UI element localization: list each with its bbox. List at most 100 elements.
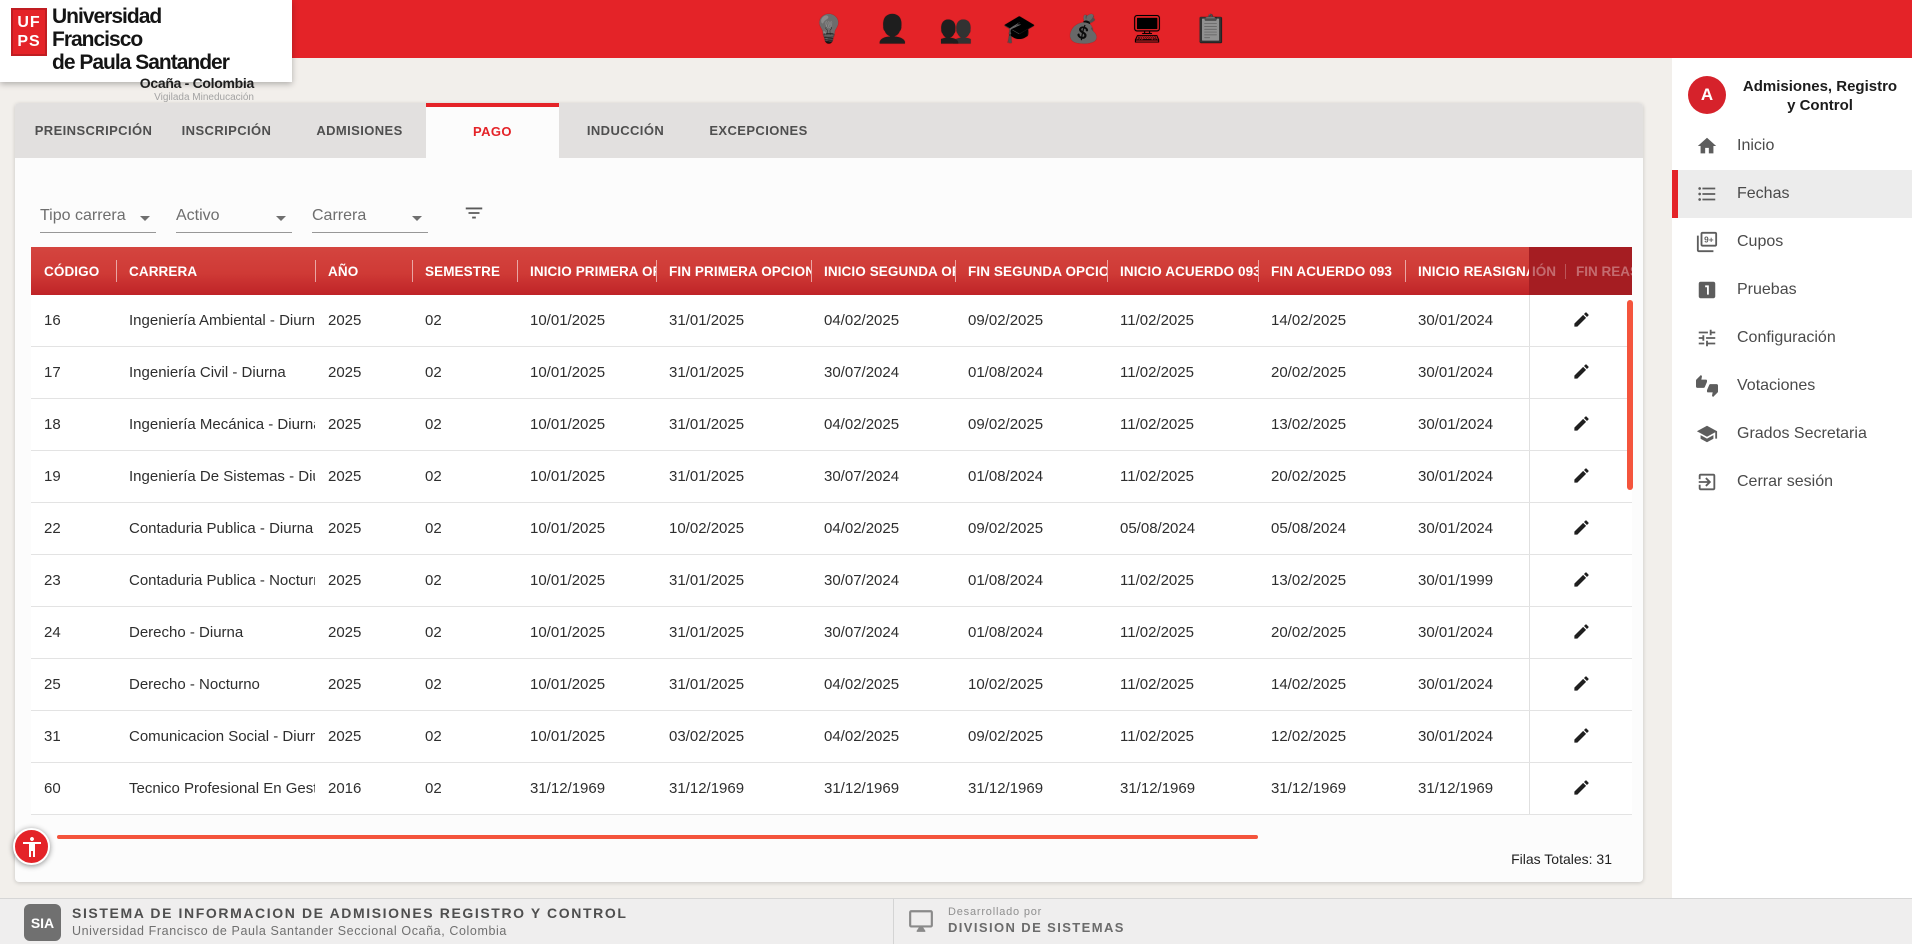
accessibility-button[interactable] bbox=[13, 828, 50, 865]
table-cell: 60 bbox=[31, 763, 116, 814]
edit-button[interactable] bbox=[1569, 673, 1593, 697]
table-row: 31Comunicacion Social - Diurna20250210/0… bbox=[31, 711, 1632, 763]
edit-button[interactable] bbox=[1569, 621, 1593, 645]
edit-button[interactable] bbox=[1569, 413, 1593, 437]
ufps-logo-mark: UF PS bbox=[11, 8, 47, 56]
column-header-inicio-reasignac[interactable]: INICIO REASIGNAC bbox=[1405, 247, 1529, 295]
table-cell: 02 bbox=[412, 347, 517, 398]
sidebar-item-configuracion[interactable]: Configuración bbox=[1672, 314, 1912, 362]
table-cell: 31 bbox=[31, 711, 116, 762]
table-cell: 31/12/1969 bbox=[517, 763, 656, 814]
sidebar-item-votaciones[interactable]: Votaciones bbox=[1672, 362, 1912, 410]
edit-button[interactable] bbox=[1569, 569, 1593, 593]
table-cell: 04/02/2025 bbox=[811, 711, 955, 762]
sidebar-item-cerrar-sesion[interactable]: Cerrar sesión bbox=[1672, 458, 1912, 506]
column-header-codigo[interactable]: CÓDIGO bbox=[31, 247, 116, 295]
row-actions bbox=[1529, 659, 1632, 710]
profile-title: Admisiones, Registro y Control bbox=[1740, 77, 1900, 115]
table-cell: 31/12/1969 bbox=[1405, 763, 1529, 814]
column-header-inicio-segunda-op[interactable]: INICIO SEGUNDA OP... bbox=[811, 247, 955, 295]
table-row: 19Ingeniería De Sistemas - Diurna2025021… bbox=[31, 451, 1632, 503]
table-cell: 10/01/2025 bbox=[517, 399, 656, 450]
edit-button[interactable] bbox=[1569, 777, 1593, 801]
tab-induccion[interactable]: INDUCCIÓN bbox=[559, 103, 692, 158]
table-row: 23Contaduria Publica - Nocturno20250210/… bbox=[31, 555, 1632, 607]
content-panel: PREINSCRIPCIÓNINSCRIPCIÓNADMISIONESPAGOI… bbox=[15, 103, 1643, 882]
row-actions bbox=[1529, 503, 1632, 554]
filter-select-tipo-carrera[interactable]: Tipo carrera bbox=[40, 199, 156, 233]
home-icon bbox=[1696, 135, 1718, 157]
table-cell: 2025 bbox=[315, 295, 412, 346]
table-cell: 31/01/2025 bbox=[656, 659, 811, 710]
graduation-diploma-icon[interactable]: 🎓 bbox=[1003, 16, 1037, 43]
table-cell: 30/01/2024 bbox=[1405, 399, 1529, 450]
filter-select-label: Carrera bbox=[312, 207, 366, 225]
avatar[interactable]: A bbox=[1688, 76, 1726, 114]
accessibility-icon bbox=[20, 835, 44, 859]
table-cell: 2025 bbox=[315, 659, 412, 710]
table-cell: 18 bbox=[31, 399, 116, 450]
column-header-ano[interactable]: AÑO bbox=[315, 247, 412, 295]
table-cell: 01/08/2024 bbox=[955, 555, 1107, 606]
column-header-semestre[interactable]: SEMESTRE bbox=[412, 247, 517, 295]
column-header-inicio-acuerdo-093[interactable]: INICIO ACUERDO 093 bbox=[1107, 247, 1258, 295]
edit-button[interactable] bbox=[1569, 361, 1593, 385]
filter-select-carrera[interactable]: Carrera bbox=[312, 199, 428, 233]
table-cell: 31/12/1969 bbox=[811, 763, 955, 814]
table-header-row: CÓDIGOCARRERAAÑOSEMESTREINICIO PRIMERA O… bbox=[31, 247, 1632, 295]
sidebar-item-grados-secretaria[interactable]: Grados Secretaria bbox=[1672, 410, 1912, 458]
tab-excepciones[interactable]: EXCEPCIONES bbox=[692, 103, 825, 158]
table-cell: 01/08/2024 bbox=[955, 607, 1107, 658]
sidebar-item-label: Inicio bbox=[1737, 137, 1774, 155]
university-name-line1: Universidad Francisco bbox=[52, 5, 254, 51]
logo-mark-line2: PS bbox=[17, 32, 40, 51]
table-cell: 2025 bbox=[315, 607, 412, 658]
edit-button[interactable] bbox=[1569, 309, 1593, 333]
logout-icon bbox=[1696, 471, 1718, 493]
tune-icon bbox=[1696, 327, 1718, 349]
idea-gears-icon[interactable]: 💡 bbox=[812, 16, 846, 43]
tab-pago[interactable]: PAGO bbox=[426, 103, 559, 158]
sidebar-item-pruebas[interactable]: Pruebas bbox=[1672, 266, 1912, 314]
table-cell: 04/02/2025 bbox=[811, 503, 955, 554]
edit-button[interactable] bbox=[1569, 465, 1593, 489]
money-bag-hand-icon[interactable]: 💰 bbox=[1067, 16, 1101, 43]
filters-row: Tipo carrera Activo Carrera bbox=[40, 199, 428, 233]
filter-select-activo[interactable]: Activo bbox=[176, 199, 292, 233]
dropdown-arrow-icon bbox=[276, 216, 286, 221]
developer-section: Desarrollado por DIVISION DE SISTEMAS bbox=[893, 899, 1213, 944]
people-group-icon[interactable]: 👥 bbox=[939, 16, 973, 43]
table-cell: 31/01/2025 bbox=[656, 451, 811, 502]
vertical-scrollbar[interactable] bbox=[1627, 300, 1633, 490]
column-header-fin-segunda-opcion[interactable]: FIN SEGUNDA OPCION bbox=[955, 247, 1107, 295]
table-cell: 10/01/2025 bbox=[517, 347, 656, 398]
table-cell: 02 bbox=[412, 451, 517, 502]
person-suit-icon[interactable]: 👤 bbox=[876, 16, 910, 43]
dates-table: CÓDIGOCARRERAAÑOSEMESTREINICIO PRIMERA O… bbox=[31, 247, 1632, 815]
sidebar-item-cupos[interactable]: 9+Cupos bbox=[1672, 218, 1912, 266]
column-header-carrera[interactable]: CARRERA bbox=[116, 247, 315, 295]
column-header-fin-primera-opcion[interactable]: FIN PRIMERA OPCION bbox=[656, 247, 811, 295]
table-cell: 10/02/2025 bbox=[656, 503, 811, 554]
table-cell: 10/01/2025 bbox=[517, 555, 656, 606]
monitor-icon bbox=[908, 908, 934, 934]
filter-list-icon[interactable] bbox=[463, 202, 485, 224]
sidebar-item-fechas[interactable]: Fechas bbox=[1672, 170, 1912, 218]
horizontal-scrollbar[interactable] bbox=[57, 835, 1258, 839]
table-cell: 31/12/1969 bbox=[955, 763, 1107, 814]
table-cell: 31/01/2025 bbox=[656, 347, 811, 398]
edit-button[interactable] bbox=[1569, 517, 1593, 541]
sidebar-item-inicio[interactable]: Inicio bbox=[1672, 122, 1912, 170]
tab-inscripcion[interactable]: INSCRIPCIÓN bbox=[160, 103, 293, 158]
edit-button[interactable] bbox=[1569, 725, 1593, 749]
table-cell: 02 bbox=[412, 763, 517, 814]
row-actions bbox=[1529, 451, 1632, 502]
tab-admisiones[interactable]: ADMISIONES bbox=[293, 103, 426, 158]
table-cell: 30/07/2024 bbox=[811, 555, 955, 606]
column-header-fin-acuerdo-093[interactable]: FIN ACUERDO 093 bbox=[1258, 247, 1405, 295]
table-cell: 04/02/2025 bbox=[811, 659, 955, 710]
column-header-inicio-primera-op[interactable]: INICIO PRIMERA OP... bbox=[517, 247, 656, 295]
clipboard-gear-icon[interactable]: 📋 bbox=[1194, 16, 1228, 43]
tab-preinscripcion[interactable]: PREINSCRIPCIÓN bbox=[27, 103, 160, 158]
presentation-board-icon[interactable]: 🖥 bbox=[1130, 16, 1164, 43]
